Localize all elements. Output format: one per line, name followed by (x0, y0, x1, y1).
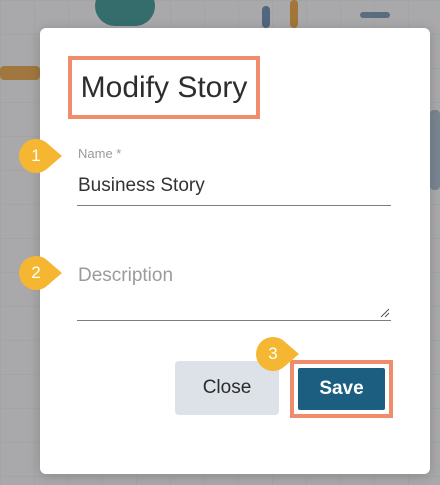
step-marker-2: 2 (18, 255, 62, 295)
name-value: Business Story (78, 175, 205, 196)
title-highlight: Modify Story (68, 56, 260, 119)
save-button[interactable]: Save (298, 368, 385, 410)
step-number: 1 (31, 146, 41, 165)
name-underline (77, 205, 391, 206)
description-field[interactable]: Description (77, 258, 391, 324)
modify-story-dialog: Modify Story Name * Business Story Descr… (40, 28, 430, 474)
step-number: 3 (268, 344, 278, 363)
name-label: Name * (78, 146, 122, 161)
description-underline (77, 320, 391, 321)
description-placeholder: Description (78, 265, 174, 286)
name-field[interactable]: Business Story (77, 168, 391, 208)
save-highlight: Save (290, 360, 393, 418)
step-marker-3: 3 (255, 336, 299, 376)
step-marker-1: 1 (18, 138, 62, 178)
dialog-title: Modify Story (80, 70, 248, 104)
resize-handle-icon[interactable] (378, 306, 390, 318)
step-number: 2 (31, 263, 41, 282)
